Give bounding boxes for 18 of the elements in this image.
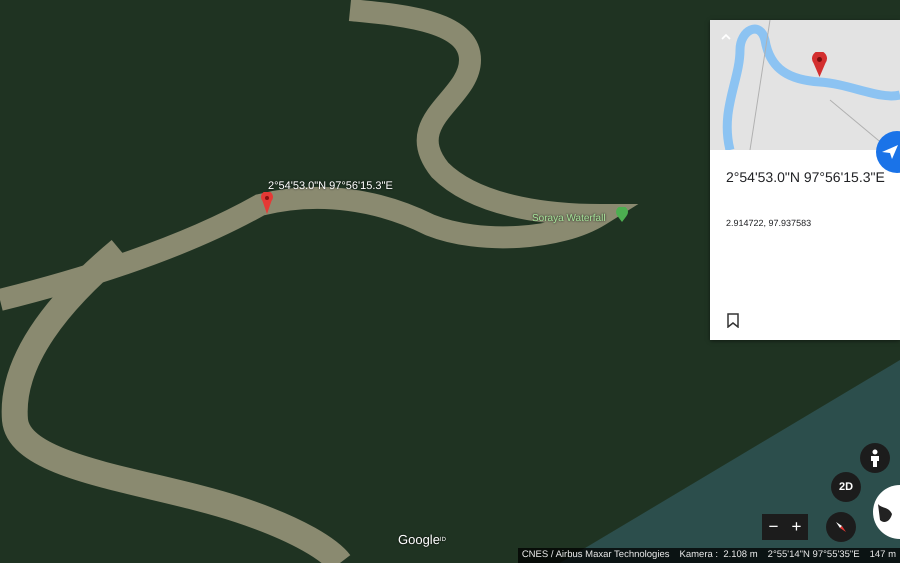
- zoom-out-button[interactable]: −: [762, 514, 785, 540]
- person-icon: [870, 449, 880, 467]
- pin-label: 2°54'53.0"N 97°56'15.3"E: [268, 179, 393, 194]
- camera-altitude: Kamera : 2.108 m: [680, 548, 758, 562]
- bookmark-icon[interactable]: [727, 313, 739, 328]
- imagery-attribution: CNES / Airbus Maxar Technologies: [522, 548, 670, 562]
- map-pin-icon[interactable]: [261, 192, 273, 214]
- place-marker-icon[interactable]: [616, 207, 628, 222]
- scale-label: 147 m: [870, 548, 896, 562]
- map-pin-icon: [812, 52, 827, 77]
- decimal-coordinates: 2.914722, 97.937583: [726, 217, 812, 230]
- google-logo: Google$^{ID}$: [398, 531, 446, 549]
- cursor-position: 2°55'14"N 97°55'35"E: [768, 548, 860, 562]
- zoom-in-button[interactable]: +: [785, 514, 808, 540]
- coordinates-title: 2°54'53.0"N 97°56'15.3"E: [726, 168, 885, 187]
- navigation-arrow-icon: [882, 144, 898, 159]
- globe-icon[interactable]: [870, 484, 900, 540]
- compass-needle-icon: [834, 520, 848, 534]
